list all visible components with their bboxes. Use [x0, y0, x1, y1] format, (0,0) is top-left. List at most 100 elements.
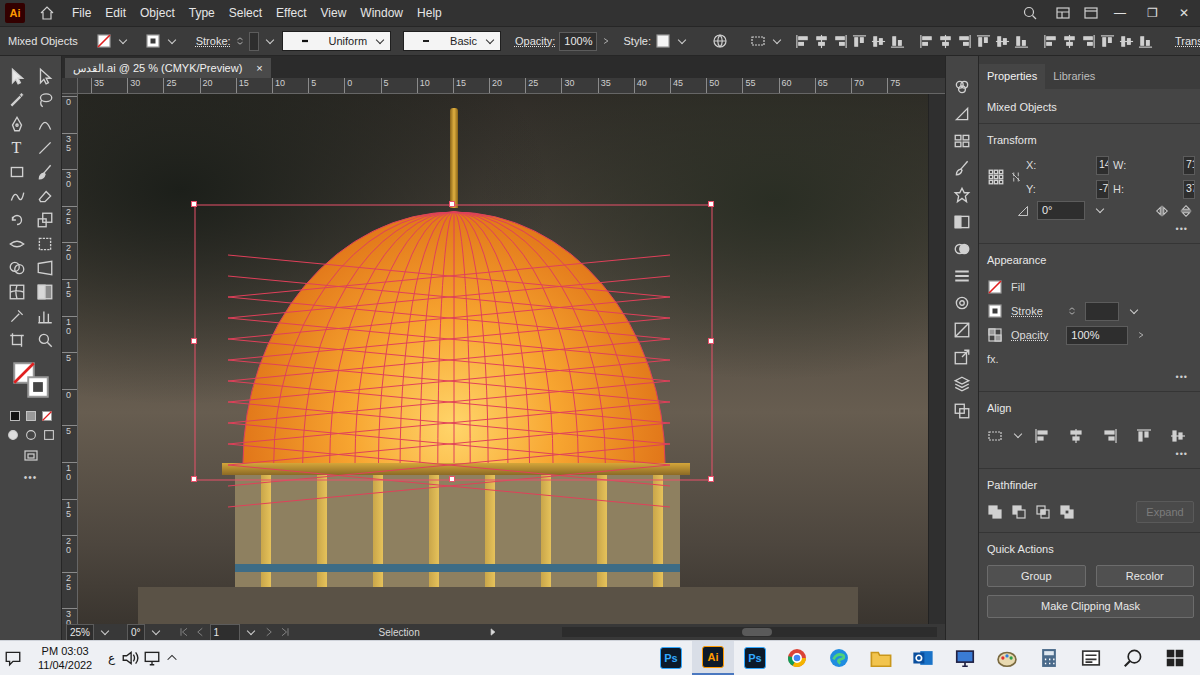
align-icon[interactable] — [890, 34, 905, 49]
restore-button[interactable]: ❐ — [1136, 4, 1168, 22]
color-guide-icon[interactable] — [953, 105, 971, 123]
align-icon[interactable] — [814, 34, 829, 49]
bounding-box-handle[interactable] — [708, 338, 714, 344]
tool-button[interactable] — [33, 160, 57, 184]
align-icon[interactable] — [1014, 34, 1029, 49]
horizontal-scrollbar[interactable] — [562, 627, 937, 637]
align-icon[interactable] — [995, 34, 1010, 49]
bounding-box-handle[interactable] — [191, 476, 197, 482]
align-icon[interactable] — [1062, 34, 1077, 49]
stroke-weight-field[interactable] — [249, 32, 259, 51]
stroke-label[interactable]: Stroke — [1011, 303, 1043, 320]
make-clipping-mask-button[interactable]: Make Clipping Mask — [987, 595, 1194, 618]
symbols-icon[interactable] — [953, 186, 971, 204]
stroke-swatch-icon[interactable] — [25, 374, 51, 400]
constrain-proportions-icon[interactable] — [1009, 169, 1022, 185]
close-tab-button[interactable]: × — [256, 60, 262, 77]
align-icon[interactable] — [1170, 428, 1186, 444]
align-icon[interactable] — [1068, 428, 1084, 444]
display-icon[interactable] — [143, 649, 161, 667]
align-icon[interactable] — [1136, 428, 1152, 444]
dropdown-chevron-icon[interactable] — [1130, 305, 1138, 313]
workspace-icon[interactable] — [1054, 5, 1072, 21]
tool-button[interactable]: T — [5, 136, 29, 160]
none-icon[interactable] — [41, 410, 53, 422]
dropdown-chevron-icon[interactable] — [376, 35, 384, 43]
stroke-swatch-icon[interactable] — [987, 303, 1003, 319]
menu-item[interactable]: Window — [353, 4, 410, 22]
align-icon[interactable] — [919, 34, 934, 49]
vertical-scrollbar[interactable] — [928, 94, 945, 624]
draw-inside-icon[interactable] — [42, 428, 56, 442]
tool-button[interactable] — [5, 64, 29, 88]
tool-button[interactable] — [5, 208, 29, 232]
more-options-button[interactable]: ••• — [987, 371, 1194, 383]
arrange-icon[interactable] — [1082, 5, 1100, 21]
menu-item[interactable]: Help — [410, 4, 449, 22]
minus-front-icon[interactable] — [1011, 504, 1027, 520]
dropdown-chevron-icon[interactable] — [151, 626, 159, 634]
tool-button[interactable] — [33, 136, 57, 160]
home-icon[interactable] — [39, 5, 55, 21]
transform-field[interactable]: 71.241 cm — [1183, 156, 1195, 175]
tool-button[interactable] — [5, 328, 29, 352]
appearance-icon[interactable] — [953, 294, 971, 312]
stroke-panel-icon[interactable] — [953, 267, 971, 285]
align-icon[interactable] — [795, 34, 810, 49]
first-artboard-icon[interactable] — [178, 626, 190, 638]
tool-button[interactable] — [5, 160, 29, 184]
taskbar-item[interactable] — [1070, 641, 1112, 675]
swatches-icon[interactable] — [953, 132, 971, 150]
tool-button[interactable] — [33, 328, 57, 352]
bounding-box-handle[interactable] — [191, 338, 197, 344]
status-menu-icon[interactable] — [488, 626, 498, 638]
volume-icon[interactable] — [121, 649, 139, 667]
gradient-icon[interactable] — [25, 410, 37, 422]
align-icon[interactable] — [1043, 34, 1058, 49]
taskbar-item[interactable] — [944, 641, 986, 675]
tool-button[interactable] — [5, 232, 29, 256]
align-icon[interactable] — [1138, 34, 1153, 49]
tool-button[interactable] — [33, 112, 57, 136]
add-effect-button[interactable]: fx. — [987, 351, 999, 368]
opacity-label[interactable]: Opacity — [1011, 327, 1048, 344]
align-icon[interactable] — [1102, 428, 1118, 444]
selected-paths[interactable] — [78, 94, 928, 624]
artboard-field[interactable]: 1 — [210, 624, 240, 640]
tool-button[interactable] — [5, 112, 29, 136]
fill-none-swatch-icon[interactable] — [987, 279, 1003, 295]
taskbar-app[interactable]: Ps — [734, 641, 776, 675]
dropdown-chevron-icon[interactable] — [265, 35, 273, 43]
dropdown-chevron-icon[interactable] — [773, 35, 781, 43]
bounding-box-handle[interactable] — [449, 201, 455, 207]
more-options-button[interactable]: ••• — [987, 448, 1194, 460]
color-icon[interactable] — [9, 410, 21, 422]
tool-button[interactable] — [33, 64, 57, 88]
last-artboard-icon[interactable] — [279, 626, 291, 638]
draw-behind-icon[interactable] — [24, 428, 38, 442]
tool-button[interactable] — [33, 304, 57, 328]
input-language[interactable]: ع — [102, 649, 121, 667]
bounding-box-handle[interactable] — [708, 201, 714, 207]
flip-vertical-icon[interactable] — [1178, 204, 1194, 218]
variable-width-profile-dropdown[interactable]: Uniform — [282, 31, 392, 51]
align-icon[interactable] — [833, 34, 848, 49]
edit-toolbar-button[interactable]: ••• — [24, 470, 38, 485]
taskbar-item[interactable] — [986, 641, 1028, 675]
stroke-swatch-icon[interactable] — [145, 33, 161, 49]
taskbar-item[interactable] — [1028, 641, 1070, 675]
gradient-panel-icon[interactable] — [953, 213, 971, 231]
notifications-icon[interactable] — [4, 649, 22, 667]
bounding-box-handle[interactable] — [708, 476, 714, 482]
previous-artboard-icon[interactable] — [194, 626, 206, 638]
clock[interactable]: PM 03:0311/04/2022 — [28, 644, 102, 672]
group-button[interactable]: Group — [987, 565, 1086, 588]
align-icon[interactable] — [938, 34, 953, 49]
close-button[interactable]: ✕ — [1168, 4, 1200, 22]
stroke-weight-field[interactable] — [1085, 302, 1119, 321]
align-icon[interactable] — [976, 34, 991, 49]
exclude-icon[interactable] — [1059, 504, 1075, 520]
tool-button[interactable] — [33, 184, 57, 208]
align-icon[interactable] — [871, 34, 886, 49]
menu-item[interactable]: File — [65, 4, 98, 22]
